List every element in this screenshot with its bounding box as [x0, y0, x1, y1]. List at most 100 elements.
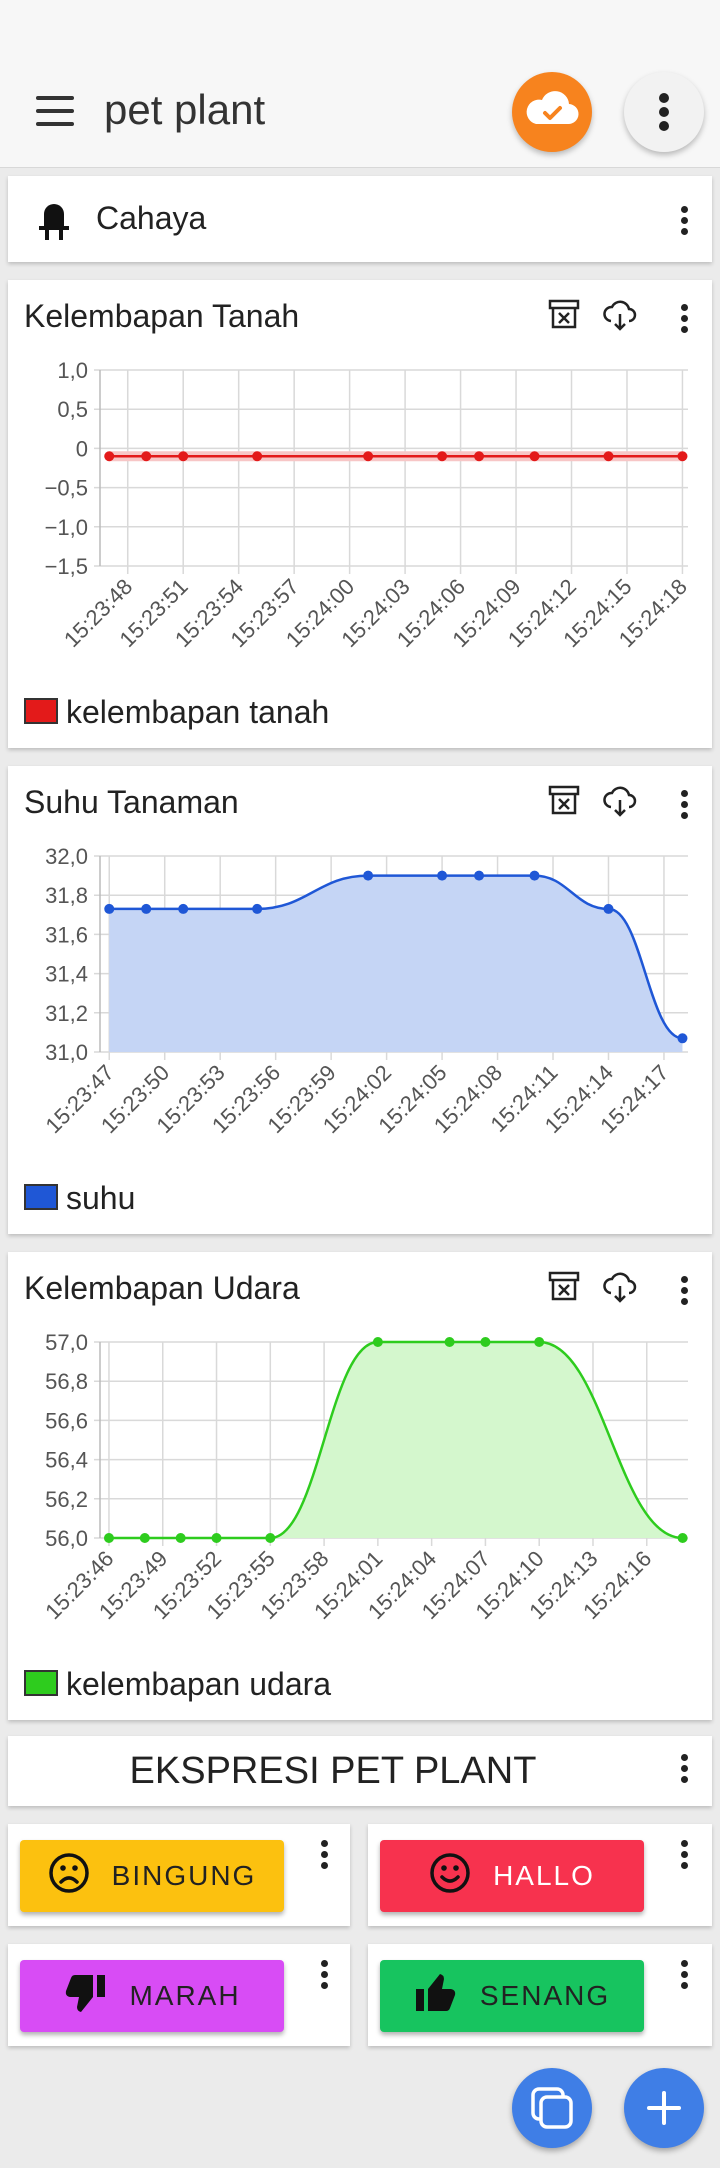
plus-icon	[647, 2091, 681, 2125]
data-point[interactable]	[474, 870, 485, 881]
legend-swatch	[24, 1184, 58, 1210]
chart-card-kelembapan-udara: Kelembapan Udara 57,0 56,8 56,6 56,4 56,2 56,…	[8, 1252, 712, 1720]
expression-card-hallo: HALLO	[368, 1824, 712, 1926]
data-point[interactable]	[437, 870, 448, 881]
data-point[interactable]	[677, 1533, 688, 1543]
expression-more-icon[interactable]	[672, 1754, 696, 1790]
expression-title: EKSPRESI PET PLANT	[129, 1750, 537, 1792]
y-tick-label: 0	[76, 436, 88, 461]
cloud-check-icon[interactable]	[512, 72, 592, 152]
legend-label: kelembapan tanah	[66, 694, 330, 730]
frown-face-icon	[48, 1852, 90, 1901]
data-point[interactable]	[103, 1533, 114, 1543]
data-point[interactable]	[104, 451, 115, 462]
data-point[interactable]	[211, 1533, 222, 1543]
expression-card-marah: MARAH	[8, 1944, 350, 2046]
y-tick-label: −1,5	[45, 554, 88, 579]
add-button[interactable]	[624, 2068, 704, 2148]
thumbs-up-icon	[414, 1971, 458, 2022]
legend-label: kelembapan udara	[66, 1666, 332, 1702]
expression-header-card: EKSPRESI PET PLANT	[8, 1736, 712, 1806]
y-tick-label: 56,4	[45, 1448, 88, 1473]
copy-icon	[531, 2087, 573, 2129]
cahaya-more-icon[interactable]	[672, 206, 696, 242]
data-point[interactable]	[677, 451, 688, 462]
chart-title: Kelembapan Tanah	[24, 298, 300, 334]
copy-button[interactable]	[512, 2068, 592, 2148]
bingung-button[interactable]: BINGUNG	[20, 1840, 284, 1912]
bingung-more-icon[interactable]	[312, 1840, 336, 1876]
legend-swatch	[24, 698, 58, 724]
thumbs-down-icon	[63, 1971, 107, 2022]
data-point[interactable]	[529, 451, 540, 462]
clear-data-icon[interactable]	[546, 296, 582, 332]
app-bar: pet plant	[0, 0, 720, 168]
chart-title: Suhu Tanaman	[24, 784, 239, 820]
data-point[interactable]	[178, 451, 189, 462]
data-point[interactable]	[175, 1533, 186, 1543]
y-tick-label: 31,0	[45, 1040, 88, 1065]
chart-more-icon[interactable]	[672, 790, 696, 826]
y-tick-label: 56,0	[45, 1526, 88, 1551]
data-point[interactable]	[603, 451, 614, 462]
y-tick-label: 56,6	[45, 1408, 88, 1433]
data-point[interactable]	[104, 903, 115, 914]
y-tick-label: 31,6	[45, 922, 88, 947]
hallo-button-label: HALLO	[493, 1860, 595, 1891]
chart-plot: 57,056,856,656,456,256,015:23:4615:23:49…	[40, 1330, 688, 1624]
data-point[interactable]	[534, 1337, 545, 1347]
chart-plot: 32,031,831,631,431,231,015:23:4715:23:50…	[41, 844, 688, 1138]
chart-more-icon[interactable]	[672, 1276, 696, 1312]
hallo-button[interactable]: HALLO	[380, 1840, 644, 1912]
data-point[interactable]	[178, 903, 189, 914]
chart-title: Kelembapan Udara	[24, 1270, 300, 1306]
clear-data-icon[interactable]	[546, 782, 582, 818]
y-tick-label: −0,5	[45, 476, 88, 501]
marah-more-icon[interactable]	[312, 1960, 336, 1996]
y-tick-label: 31,4	[45, 962, 88, 987]
marah-button-label: MARAH	[129, 1980, 241, 2011]
data-point[interactable]	[372, 1337, 383, 1347]
y-tick-label: 31,8	[45, 883, 88, 908]
data-point[interactable]	[265, 1533, 276, 1543]
marah-button[interactable]: MARAH	[20, 1960, 284, 2032]
data-point[interactable]	[677, 1033, 688, 1044]
smile-face-icon	[429, 1852, 471, 1901]
chart-card-suhu-tanaman: Suhu Tanaman 32,0 31,8 31,6 31,4 31,2 31,0 15:…	[8, 766, 712, 1234]
data-point[interactable]	[252, 903, 263, 914]
data-point[interactable]	[480, 1337, 491, 1347]
data-point[interactable]	[141, 903, 152, 914]
app-title: pet plant	[104, 86, 266, 133]
series-area	[108, 1342, 683, 1538]
data-point[interactable]	[141, 451, 152, 462]
cloud-download-icon[interactable]	[602, 296, 638, 332]
clear-data-icon[interactable]	[546, 1268, 582, 1304]
y-tick-label: 32,0	[45, 844, 88, 869]
data-point[interactable]	[139, 1533, 150, 1543]
senang-more-icon[interactable]	[672, 1960, 696, 1996]
data-point[interactable]	[474, 451, 485, 462]
legend-label: suhu	[66, 1180, 136, 1216]
data-point[interactable]	[252, 451, 263, 462]
cloud-download-icon[interactable]	[602, 782, 638, 818]
data-point[interactable]	[437, 451, 448, 462]
data-point[interactable]	[529, 870, 540, 881]
y-tick-label: 31,2	[45, 1001, 88, 1026]
y-tick-label: 56,8	[45, 1369, 88, 1394]
cahaya-card: Cahaya	[8, 176, 712, 262]
data-point[interactable]	[363, 870, 374, 881]
chart-more-icon[interactable]	[672, 304, 696, 340]
y-tick-label: 56,2	[45, 1487, 88, 1512]
expression-card-bingung: BINGUNG	[8, 1824, 350, 1926]
y-tick-label: 1,0	[57, 358, 88, 383]
more-vert-icon[interactable]	[624, 72, 704, 152]
data-point[interactable]	[363, 451, 374, 462]
cloud-download-icon[interactable]	[602, 1268, 638, 1304]
data-point[interactable]	[603, 903, 614, 914]
expression-card-senang: SENANG	[368, 1944, 712, 2046]
senang-button[interactable]: SENANG	[380, 1960, 644, 2032]
menu-icon[interactable]	[36, 96, 76, 130]
data-point[interactable]	[444, 1337, 455, 1347]
hallo-more-icon[interactable]	[672, 1840, 696, 1876]
legend-swatch	[24, 1670, 58, 1696]
